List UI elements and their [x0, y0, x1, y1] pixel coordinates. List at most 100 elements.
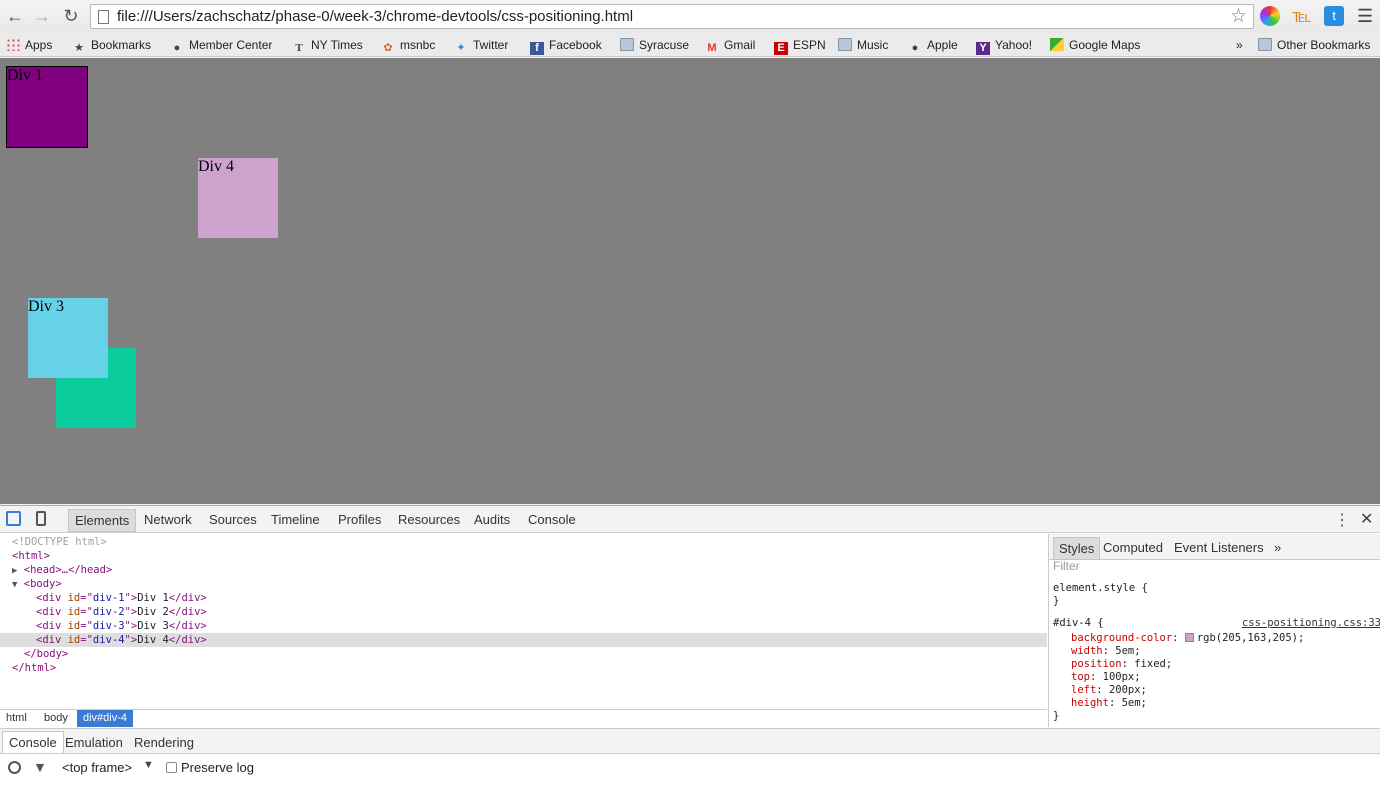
nbc-icon: ✿ — [383, 42, 393, 54]
checkbox-icon[interactable] — [166, 762, 177, 773]
star-icon: ★ — [74, 42, 84, 54]
frame-select[interactable]: <top frame> — [62, 760, 132, 775]
clear-console-icon[interactable] — [8, 761, 21, 774]
collapse-triangle-icon[interactable]: ▼ — [12, 580, 17, 590]
bookmark-member-center[interactable]: ● Member Center — [170, 37, 273, 55]
dom-body-close[interactable]: </body> — [0, 647, 1047, 661]
styles-tab-bar: Styles Computed Event Listeners » — [1049, 534, 1380, 560]
inspect-element-icon[interactable] — [6, 511, 21, 526]
dom-tree: <!DOCTYPE html> <html> ▶ <head>…</head> … — [0, 534, 1047, 709]
close-icon[interactable]: ✕ — [1360, 509, 1373, 529]
device-mode-icon[interactable] — [36, 511, 46, 526]
bookmark-syracuse[interactable]: Syracuse — [620, 37, 689, 53]
devtools-panel: Elements Network Sources Timeline Profil… — [0, 505, 1380, 787]
dom-div-4[interactable]: <div id="div-4">Div 4</div> — [0, 633, 1047, 647]
apple-icon: ● — [911, 42, 919, 54]
bookmark-twitter[interactable]: ✦ Twitter — [454, 37, 508, 55]
apple-icon: ● — [173, 42, 181, 54]
tab-sources[interactable]: Sources — [209, 512, 257, 527]
tab-audits[interactable]: Audits — [474, 512, 510, 527]
tab-computed[interactable]: Computed — [1103, 540, 1163, 555]
maps-icon — [1050, 38, 1064, 51]
bookmark-nytimes[interactable]: T NY Times — [292, 37, 362, 55]
prop-background-color[interactable]: background-color: rgb(205,163,205); — [1071, 632, 1304, 645]
div-4-box: Div 4 — [198, 158, 278, 238]
bookmark-other-bookmarks[interactable]: Other Bookmarks — [1258, 37, 1370, 53]
color-wheel-extension-icon[interactable] — [1260, 6, 1280, 26]
devtools-tab-bar: Elements Network Sources Timeline Profil… — [0, 506, 1380, 533]
styles-filter-input[interactable]: Filter — [1053, 560, 1080, 573]
url-text: file:///Users/zachschatz/phase-0/week-3/… — [117, 8, 634, 25]
more-options-icon[interactable]: ⋮ — [1334, 510, 1350, 530]
bookmark-google-maps[interactable]: Google Maps — [1050, 37, 1140, 53]
chrome-menu-icon[interactable]: ☰ — [1357, 6, 1375, 26]
tab-console[interactable]: Console — [528, 512, 576, 527]
bookmark-espn[interactable]: E ESPN — [774, 37, 826, 55]
console-toolbar: ▼ <top frame> ▼ Preserve log — [0, 755, 1380, 781]
bookmark-apple[interactable]: ● Apple — [908, 37, 958, 55]
folder-icon — [838, 38, 852, 51]
yahoo-icon: Y — [976, 42, 990, 55]
bookmark-facebook[interactable]: f Facebook — [530, 37, 602, 55]
breadcrumb: html body div#div-4 — [0, 709, 1047, 727]
prop-left[interactable]: left: 200px; — [1071, 684, 1147, 697]
bookmark-yahoo[interactable]: Y Yahoo! — [976, 37, 1032, 55]
dom-body-open[interactable]: ▼ <body> — [0, 577, 1047, 591]
breadcrumb-body[interactable]: body — [44, 712, 68, 724]
tab-event-listeners[interactable]: Event Listeners — [1174, 540, 1264, 555]
bookmarks-bar: Apps ★ Bookmarks ● Member Center T NY Times… — [0, 33, 1380, 57]
preserve-log-checkbox[interactable]: Preserve log — [166, 760, 254, 775]
dom-div-1[interactable]: <div id="div-1">Div 1</div> — [0, 591, 1047, 605]
browser-toolbar: ← → ↻ file:///Users/zachschatz/phase-0/w… — [0, 0, 1380, 33]
forward-arrow-icon[interactable]: → — [31, 5, 53, 27]
filter-icon[interactable]: ▼ — [33, 759, 47, 775]
dom-doctype[interactable]: <!DOCTYPE html> — [0, 535, 1047, 549]
prop-height[interactable]: height: 5em; — [1071, 697, 1147, 710]
tab-profiles[interactable]: Profiles — [338, 512, 381, 527]
bookmark-bookmarks[interactable]: ★ Bookmarks — [72, 37, 151, 55]
prop-width[interactable]: width: 5em; — [1071, 645, 1141, 658]
apps-icon — [6, 38, 20, 51]
element-style-rule[interactable]: element.style { — [1053, 582, 1148, 595]
expand-triangle-icon[interactable]: ▶ — [12, 566, 17, 576]
address-bar[interactable]: file:///Users/zachschatz/phase-0/week-3/… — [90, 4, 1254, 29]
bookmark-star-icon[interactable]: ☆ — [1230, 5, 1247, 28]
bookmark-music[interactable]: Music — [838, 37, 888, 53]
tab-resources[interactable]: Resources — [398, 512, 460, 527]
rule-selector[interactable]: #div-4 { — [1053, 617, 1104, 630]
reload-icon[interactable]: ↻ — [60, 5, 82, 27]
div-1-box: Div 1 — [6, 66, 88, 148]
drawer-tab-rendering[interactable]: Rendering — [134, 735, 194, 750]
tab-network[interactable]: Network — [144, 512, 192, 527]
bookmarklet-extension-icon[interactable]: ℡ — [1292, 6, 1312, 26]
drawer-tab-bar: Console Emulation Rendering — [0, 728, 1380, 754]
color-swatch[interactable] — [1184, 633, 1194, 642]
page-icon — [98, 10, 109, 24]
bookmark-gmail[interactable]: M Gmail — [705, 37, 755, 55]
dom-html-close[interactable]: </html> — [0, 661, 1047, 675]
breadcrumb-div-4[interactable]: div#div-4 — [77, 710, 134, 727]
tab-timeline[interactable]: Timeline — [271, 512, 320, 527]
gmail-icon: M — [707, 42, 717, 54]
rule-close-brace: } — [1053, 595, 1060, 607]
espn-icon: E — [774, 42, 788, 55]
dom-head[interactable]: ▶ <head>…</head> — [0, 563, 1047, 577]
chevron-down-icon[interactable]: ▼ — [143, 759, 154, 771]
prop-position[interactable]: position: fixed; — [1071, 658, 1172, 671]
drawer-tab-emulation[interactable]: Emulation — [65, 735, 123, 750]
bookmark-apps[interactable]: Apps — [6, 37, 52, 53]
styles-more-tabs-chevron[interactable]: » — [1274, 540, 1281, 555]
rule-source-link[interactable]: css-positioning.css:33 — [1242, 617, 1380, 630]
dom-div-3[interactable]: <div id="div-3">Div 3</div> — [0, 619, 1047, 633]
tab-elements[interactable]: Elements — [68, 509, 137, 532]
bookmark-msnbc[interactable]: ✿ msnbc — [381, 37, 435, 55]
tab-styles[interactable]: Styles — [1053, 537, 1101, 560]
prop-top[interactable]: top: 100px; — [1071, 671, 1141, 684]
dom-html-open[interactable]: <html> — [0, 549, 1047, 563]
dom-div-2[interactable]: <div id="div-2">Div 2</div> — [0, 605, 1047, 619]
breadcrumb-html[interactable]: html — [6, 712, 27, 724]
twitter-extension-icon[interactable]: t — [1324, 6, 1344, 26]
back-arrow-icon[interactable]: ← — [4, 5, 26, 27]
drawer-tab-console[interactable]: Console — [2, 731, 64, 753]
bookmarks-overflow-chevron[interactable]: » — [1236, 37, 1243, 53]
